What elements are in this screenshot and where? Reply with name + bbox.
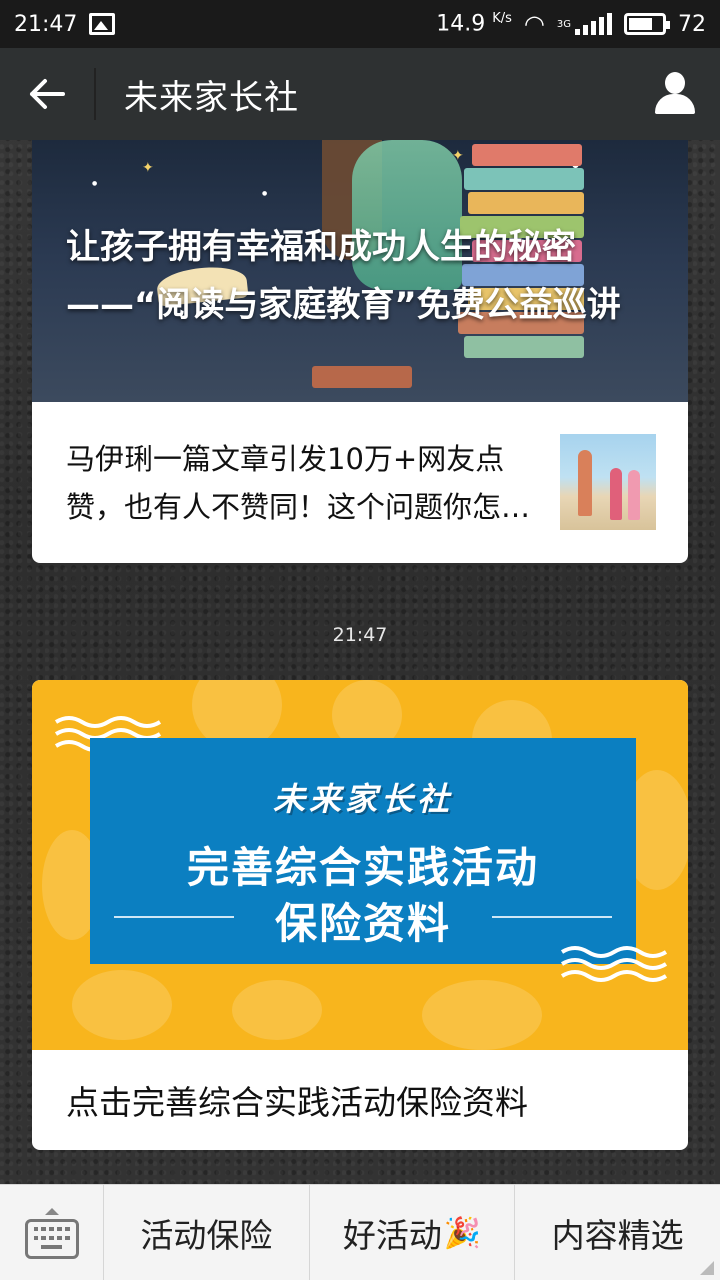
network-speed: 14.9 K/s [436, 11, 512, 37]
article-list-item[interactable]: 马伊琍一篇文章引发10万+网友点赞，也有人不赞同！这个问题你怎么看 [32, 402, 688, 563]
keyboard-icon [24, 1218, 79, 1259]
insurance-caption[interactable]: 点击完善综合实践活动保险资料 [32, 1050, 688, 1150]
status-bar: 21:47 14.9 K/s ◠ 3G 72 [0, 0, 720, 48]
insurance-banner[interactable]: 未来家长社 完善综合实践活动 保险资料 [32, 680, 688, 1050]
message-timestamp: 21:47 [332, 624, 388, 646]
menu-item-activities[interactable]: 好活动 🎉 [310, 1185, 516, 1280]
article-thumbnail [560, 434, 656, 530]
back-arrow-icon [30, 79, 65, 109]
hero-title: 让孩子拥有幸福和成功人生的秘密——“阅读与家庭教育”免费公益巡讲 [66, 227, 621, 325]
insurance-card[interactable]: 未来家长社 完善综合实践活动 保险资料 点击完善综合实践活动保险资料 [32, 680, 688, 1150]
banner-heading-line1: 完善综合实践活动 [186, 843, 539, 892]
page-title: 未来家长社 [124, 77, 299, 118]
battery-icon [624, 13, 670, 35]
back-button[interactable] [0, 68, 96, 120]
banner-text-box: 未来家长社 完善综合实践活动 保险资料 [90, 738, 636, 964]
user-icon [653, 72, 697, 116]
profile-button[interactable] [630, 48, 720, 140]
banner-brand: 未来家长社 [272, 780, 453, 818]
menu-item-featured[interactable]: 内容精选 [515, 1185, 720, 1280]
caret-up-icon [44, 1207, 59, 1215]
party-popper-icon: 🎉 [443, 1215, 482, 1251]
network-type: 3G [556, 18, 571, 30]
signal-icon [575, 13, 612, 35]
image-notification-icon [89, 13, 116, 35]
submenu-corner-icon [700, 1261, 715, 1275]
menu-item-insurance[interactable]: 活动保险 [104, 1185, 310, 1280]
status-time: 21:47 [14, 11, 78, 37]
article-title: 马伊琍一篇文章引发10万+网友点赞，也有人不赞同！这个问题你怎么看 [66, 441, 531, 524]
banner-heading-line2: 保险资料 [274, 899, 451, 948]
title-bar: 未来家长社 [0, 48, 720, 140]
battery-level: 72 [678, 11, 706, 37]
keyboard-toggle-button[interactable] [0, 1185, 104, 1280]
wave-decoration-icon [560, 946, 668, 982]
article-card[interactable]: ✦ ✦ ● ● ● 让孩子拥有幸福和成功人生的秘密——“阅读与家庭教育”免费公益… [32, 140, 688, 563]
wifi-icon: ◠ [523, 10, 545, 38]
hero-image[interactable]: ✦ ✦ ● ● ● 让孩子拥有幸福和成功人生的秘密——“阅读与家庭教育”免费公益… [32, 140, 688, 402]
bottom-menu: 活动保险 好活动 🎉 内容精选 [0, 1184, 720, 1280]
